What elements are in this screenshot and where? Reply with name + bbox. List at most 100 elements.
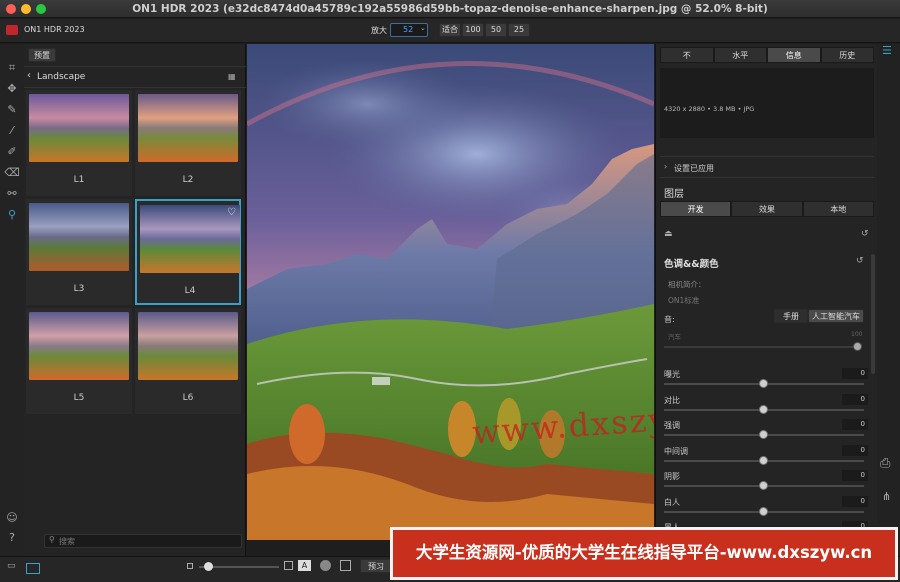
chevron-right-icon: › bbox=[664, 162, 668, 171]
tone-mode-ai-auto[interactable]: 人工智能汽车 bbox=[808, 309, 864, 323]
slider-list: 曝光0对比0强调0中间调0阴影0白人0黑人0 bbox=[656, 368, 874, 541]
move-icon[interactable]: ✥ bbox=[4, 81, 20, 97]
slider-label: 阴影 bbox=[664, 472, 680, 481]
crop-icon[interactable]: ⌗ bbox=[4, 60, 20, 76]
tone-label: 音: bbox=[664, 315, 675, 324]
help-icon[interactable]: ? bbox=[4, 530, 20, 546]
layer-tab[interactable]: 本地 bbox=[802, 201, 874, 217]
settings-applied-row[interactable]: › 设置已应用 bbox=[660, 156, 874, 178]
brush-icon[interactable]: ✎ bbox=[4, 102, 20, 118]
panel-toggle-icon[interactable] bbox=[26, 563, 40, 574]
slider-knob[interactable] bbox=[759, 430, 768, 439]
slider-knob[interactable] bbox=[759, 455, 768, 465]
top-toolbar: ON1 HDR 2023 放大 52 ⌄ 适合 100 50 25 bbox=[0, 19, 900, 43]
preset-thumbnail[interactable]: L1 bbox=[26, 90, 132, 196]
slider-knob[interactable] bbox=[759, 404, 768, 414]
preset-label: L1 bbox=[73, 175, 85, 185]
slider-label: 对比 bbox=[664, 395, 680, 405]
auto-slider-track[interactable] bbox=[664, 346, 860, 348]
adjustment-slider[interactable]: 阴影 0 bbox=[664, 470, 868, 496]
adjustment-slider[interactable]: 中间调 0 bbox=[664, 444, 868, 471]
small-thumb-icon bbox=[187, 563, 193, 569]
adjustment-slider[interactable]: 对比 0 bbox=[664, 393, 868, 420]
slider-value-field[interactable]: 0 bbox=[842, 419, 868, 430]
layer-tab[interactable]: 效果 bbox=[731, 201, 803, 217]
retouch-icon[interactable]: ✐ bbox=[4, 144, 20, 160]
preview-mode-icon[interactable] bbox=[340, 560, 351, 571]
wand-icon[interactable]: ⁄ bbox=[4, 123, 20, 139]
slider-value-field[interactable]: 0 bbox=[842, 393, 868, 405]
app-name: ON1 HDR 2023 bbox=[24, 25, 85, 34]
search-input[interactable]: ⚲ 搜索 bbox=[44, 534, 242, 548]
zoom-tool-icon[interactable]: ⚲ bbox=[4, 207, 20, 223]
user-icon[interactable]: ☺ bbox=[4, 510, 20, 526]
tone-mode-manual[interactable]: 手册 bbox=[774, 309, 808, 323]
before-after-icon[interactable]: A bbox=[298, 560, 311, 571]
share-icon[interactable]: ⋔ bbox=[882, 490, 891, 503]
adjustment-slider[interactable]: 白人 0 bbox=[664, 495, 868, 522]
chevron-down-icon[interactable]: ⌄ bbox=[420, 24, 426, 32]
window-title: ON1 HDR 2023 (e32dc8474d0a45789c192a5598… bbox=[132, 3, 768, 15]
info-tab[interactable]: 信息 bbox=[767, 47, 821, 63]
right-tool-strip: ☰ ⎙ ⋔ bbox=[877, 44, 900, 582]
preset-thumbnail[interactable]: L4 ♡ bbox=[135, 199, 241, 305]
section-title: 色调&&颜色 bbox=[664, 259, 719, 270]
fit-button[interactable]: 适合 bbox=[439, 23, 461, 37]
zoom-100-button[interactable]: 100 bbox=[462, 23, 484, 37]
clone-icon[interactable]: ⚯ bbox=[4, 186, 20, 202]
adjustment-slider[interactable]: 强调 0 bbox=[664, 419, 868, 445]
thumb-size-knob[interactable] bbox=[204, 562, 213, 571]
sliders-icon[interactable]: ☰ bbox=[882, 44, 892, 57]
compare-icon[interactable] bbox=[284, 561, 293, 570]
section-reset-icon[interactable]: ↺ bbox=[856, 256, 864, 266]
preset-thumbnail[interactable]: L6 bbox=[135, 308, 241, 414]
category-title: Landscape bbox=[37, 72, 86, 82]
chevron-left-icon[interactable]: ‹ bbox=[27, 70, 31, 81]
slider-value-field[interactable]: 0 bbox=[842, 368, 868, 379]
preset-thumbnail[interactable]: L5 bbox=[26, 308, 132, 414]
preset-label: L5 bbox=[73, 393, 85, 403]
image-canvas[interactable]: www.dxszyw.cn bbox=[247, 44, 654, 540]
preview-button[interactable]: 预习 bbox=[360, 559, 392, 573]
layer-tabs: 开发 效果 本地 bbox=[660, 201, 874, 219]
layer-tab[interactable]: 开发 bbox=[660, 201, 732, 217]
zoom-25-button[interactable]: 25 bbox=[508, 23, 530, 37]
preset-preview-image bbox=[29, 94, 129, 162]
auto-value: 100 bbox=[851, 331, 863, 338]
adjustment-slider[interactable]: 曝光 0 bbox=[664, 368, 868, 394]
slider-knob[interactable] bbox=[759, 379, 768, 388]
zoom-50-button[interactable]: 50 bbox=[485, 23, 507, 37]
tool-strip: ⌗ ✥ ✎ ⁄ ✐ ⌫ ⚯ ⚲ ☺ ? bbox=[0, 44, 24, 582]
info-tab[interactable]: 历史 bbox=[820, 47, 874, 63]
presets-button[interactable]: 预置 bbox=[28, 48, 56, 62]
category-header[interactable]: ‹ Landscape ▦ bbox=[24, 66, 246, 88]
panel-scrollbar[interactable] bbox=[871, 254, 875, 374]
adjustments-panel: 不水平 信息 历史 4320 x 2880 • 3.8 MB • JPG › 设置已… bbox=[655, 44, 877, 541]
title-bar: ON1 HDR 2023 (e32dc8474d0a45789c192a5598… bbox=[0, 0, 900, 18]
grid-view-icon[interactable]: ▦ bbox=[228, 72, 236, 81]
mask-view-icon[interactable] bbox=[320, 560, 331, 571]
add-layer-icon[interactable]: ⏏ bbox=[664, 229, 673, 239]
slider-label: 白人 bbox=[664, 497, 680, 507]
layout-icon[interactable]: ▭ bbox=[7, 561, 16, 571]
print-icon[interactable]: ⎙ bbox=[880, 456, 890, 471]
preset-thumbnail[interactable]: L3 bbox=[26, 199, 132, 305]
zoom-input[interactable]: 52 ⌄ bbox=[390, 23, 428, 37]
preset-preview-image bbox=[140, 205, 240, 273]
slider-knob[interactable] bbox=[759, 481, 768, 490]
slider-knob[interactable] bbox=[759, 506, 768, 516]
favorite-heart-icon[interactable]: ♡ bbox=[227, 207, 236, 218]
slider-value-field[interactable]: 0 bbox=[842, 495, 868, 507]
auto-slider-knob[interactable] bbox=[853, 342, 862, 351]
erase-icon[interactable]: ⌫ bbox=[4, 165, 20, 181]
slider-value-field[interactable]: 0 bbox=[842, 444, 868, 456]
reset-icon[interactable]: ↺ bbox=[861, 229, 869, 239]
camera-profile-value[interactable]: ON1标准 bbox=[668, 295, 699, 306]
camera-profile-label: 相机简介： bbox=[668, 280, 706, 289]
preset-label: L4 bbox=[184, 286, 196, 296]
image-info: 4320 x 2880 • 3.8 MB • JPG bbox=[664, 105, 755, 113]
preset-thumbnail[interactable]: L2 bbox=[135, 90, 241, 196]
slider-value-field[interactable]: 0 bbox=[842, 470, 868, 481]
info-tab[interactable]: 水平 bbox=[713, 47, 767, 63]
info-tab[interactable]: 不 bbox=[660, 47, 714, 63]
